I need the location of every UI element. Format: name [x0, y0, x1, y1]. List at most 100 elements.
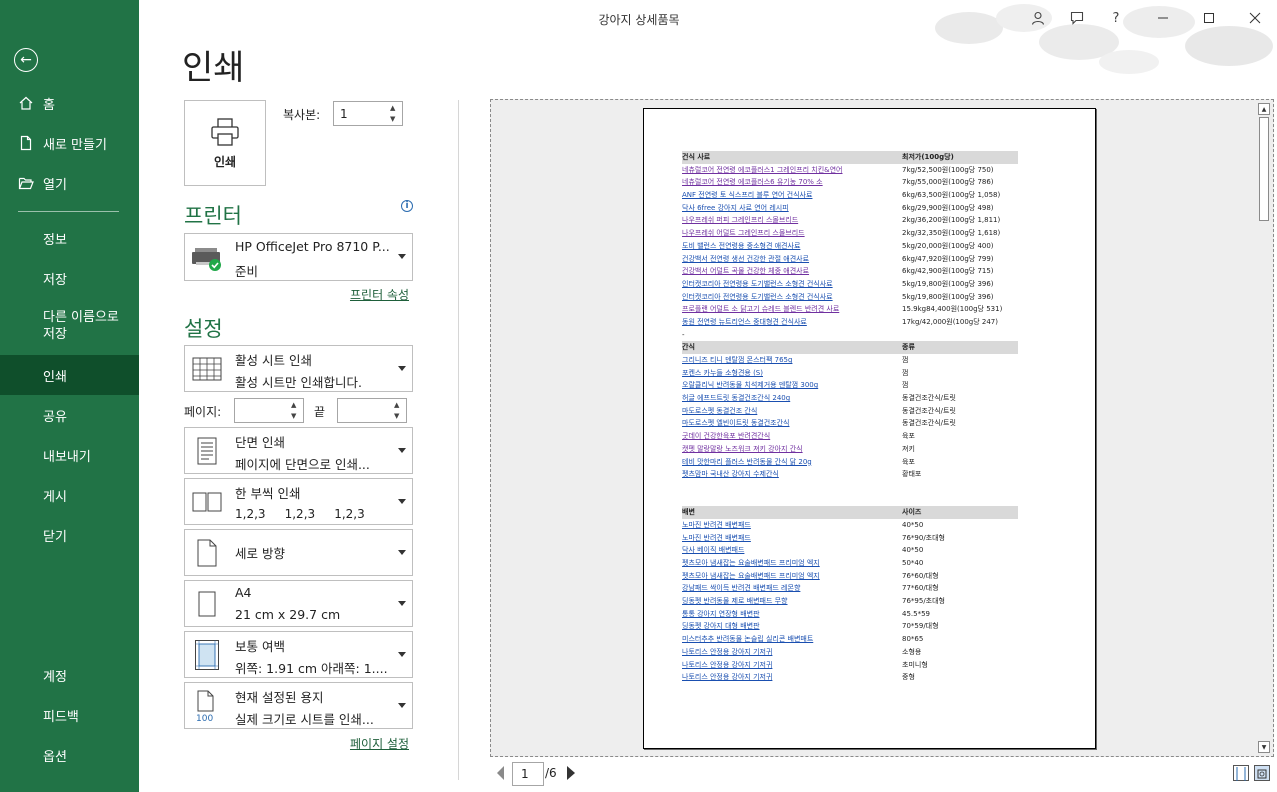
- sidebar-item-save-as[interactable]: 다른 이름으로 저장: [0, 300, 139, 352]
- collation-dropdown[interactable]: 한 부씩 인쇄 1,2,3 1,2,3 1,2,3: [184, 478, 413, 525]
- pages-to-field[interactable]: ▲ ▼: [337, 398, 407, 423]
- table-row: 나우프레쉬 퍼피 그레인프리 스몰브리드 2kg/36,200원(100g당 1,…: [682, 214, 1018, 227]
- product-link[interactable]: 닥사 베이직 배변패드: [682, 544, 902, 557]
- product-link[interactable]: 나토리스 안정용 강아지 기저귀: [682, 659, 902, 672]
- product-link[interactable]: 건강백서 어덜트 곡물 건강한 체중 애견사료: [682, 265, 902, 278]
- setting-line2: 페이지에 단면으로 인쇄...: [235, 457, 370, 472]
- stepper-up-icon[interactable]: ▲: [291, 400, 301, 410]
- product-link[interactable]: 나우프레쉬 퍼피 그레인프리 스몰브리드: [682, 214, 902, 227]
- sidebar-item-share[interactable]: 공유: [0, 395, 139, 435]
- sidebar-item-info[interactable]: 정보: [0, 218, 139, 258]
- value-cell: 5kg/19,800원(100g당 396): [902, 279, 994, 288]
- product-link[interactable]: 굿데이 건강한육포 반려견간식: [682, 430, 902, 443]
- zoom-to-page-icon[interactable]: [1254, 765, 1270, 781]
- product-link[interactable]: 캣펫 말랑말랑 노즈워크 져키 강아지 간식: [682, 443, 902, 456]
- stepper-down-icon[interactable]: ▼: [390, 114, 400, 124]
- stepper-down-icon[interactable]: ▼: [394, 411, 404, 421]
- page-setup-link[interactable]: 페이지 설정: [330, 735, 409, 752]
- feedback-icon[interactable]: [1067, 8, 1087, 28]
- product-link[interactable]: 도비 밸런스 전연령용 중소형견 애견사료: [682, 240, 902, 253]
- sidebar-item-account[interactable]: 계정: [0, 655, 139, 695]
- stepper-down-icon[interactable]: ▼: [291, 411, 301, 421]
- close-icon[interactable]: [1245, 8, 1265, 28]
- print-what-dropdown[interactable]: 활성 시트 인쇄 활성 시트만 인쇄합니다.: [184, 345, 413, 392]
- product-link[interactable]: 펫츠맘마 국내산 강아지 수제간식: [682, 468, 902, 481]
- sidebar-item-home[interactable]: 홈: [0, 83, 139, 123]
- value-cell: 초미니형: [902, 660, 928, 669]
- minimize-icon[interactable]: [1153, 8, 1173, 28]
- next-page-icon[interactable]: [567, 766, 575, 780]
- product-link[interactable]: 미스터추추 반려동물 논슬립 실리콘 배변매트: [682, 633, 902, 646]
- product-link[interactable]: 프로플랜 어덜트 소 닭고기 슈레드 블렌드 반려견 사료: [682, 303, 902, 316]
- sidebar-item-feedback[interactable]: 피드백: [0, 695, 139, 735]
- product-link[interactable]: ANF 전연령 토 식스프리 블루 연어 건식사료: [682, 189, 902, 202]
- back-arrow-icon[interactable]: ←: [14, 48, 38, 72]
- product-link[interactable]: 딩동펫 강아지 대형 배변판: [682, 620, 902, 633]
- printer-properties-link[interactable]: 프린터 속성: [330, 286, 409, 303]
- scroll-up-icon[interactable]: ▲: [1258, 103, 1270, 115]
- product-link[interactable]: 마도로스펫 엘빈이트릿 동결건조간식: [682, 417, 902, 430]
- product-link[interactable]: 닥사 6free 강아지 사료 연어 레시피: [682, 202, 902, 215]
- sidebar-item-publish[interactable]: 게시: [0, 475, 139, 515]
- sidebar-item-options[interactable]: 옵션: [0, 735, 139, 775]
- scroll-thumb[interactable]: [1259, 117, 1269, 221]
- table-row: 굿데이 건강한육포 반려견간식 육포: [682, 430, 1018, 443]
- page-number-input[interactable]: 1: [512, 762, 544, 786]
- product-link[interactable]: 나토리스 안정용 강아지 기저귀: [682, 646, 902, 659]
- product-link[interactable]: 펫츠모아 냄새잡는 요술배변패드 프리미엄 엑지: [682, 570, 902, 583]
- product-link[interactable]: 통통 강아지 연장형 배변판: [682, 608, 902, 621]
- sidebar-divider: [18, 211, 119, 212]
- product-link[interactable]: 노마진 반려견 배변패드: [682, 532, 902, 545]
- show-margins-icon[interactable]: [1233, 765, 1249, 781]
- product-link[interactable]: 동원 전연령 뉴트리언스 중대형견 건식사료: [682, 316, 902, 329]
- sidebar-item-open[interactable]: 열기: [0, 163, 139, 203]
- orientation-dropdown[interactable]: 세로 방향: [184, 529, 413, 576]
- product-link[interactable]: 노마진 반려견 배변패드: [682, 519, 902, 532]
- product-link[interactable]: 마도로스펫 동결건조 간식: [682, 405, 902, 418]
- product-link[interactable]: 허글 에프드트릿 동결건조간식 240g: [682, 392, 902, 405]
- value-cell: 6kg/63,500원(100g당 1,058): [902, 191, 1001, 200]
- product-link[interactable]: 강남패드 싹이득 반려견 배변패드 레몬향: [682, 582, 902, 595]
- product-link[interactable]: 딩동펫 반려동물 제로 배변패드 무향: [682, 595, 902, 608]
- product-link[interactable]: 그리니즈 티니 덴탈껌 몬스터팩 765g: [682, 354, 902, 367]
- help-icon[interactable]: ?: [1106, 8, 1126, 28]
- chevron-down-icon: [398, 549, 406, 555]
- scroll-down-icon[interactable]: ▼: [1258, 741, 1270, 753]
- value-cell: 15.9kg84,400원(100g당 531): [902, 305, 1003, 314]
- product-link[interactable]: 네츄럴코어 전연령 에코플러스1 그레인프리 치킨&연어: [682, 164, 902, 177]
- stepper-arrows[interactable]: ▲ ▼: [291, 400, 301, 421]
- margins-dropdown[interactable]: 보통 여백 위쪽: 1.91 cm 아래쪽: 1....: [184, 631, 413, 678]
- product-link[interactable]: 건강백서 전연령 생선 건강한 관절 애견사료: [682, 253, 902, 266]
- product-link[interactable]: 네츄럴코어 전연령 에코플러스6 유기농 70% 소: [682, 176, 902, 189]
- product-link[interactable]: 테비 맛한마리 플러스 반려동물 간식 닭 20g: [682, 456, 902, 469]
- previous-page-icon[interactable]: [497, 766, 504, 780]
- stepper-arrows[interactable]: ▲ ▼: [390, 103, 400, 124]
- account-icon[interactable]: [1028, 8, 1048, 28]
- maximize-icon[interactable]: [1199, 8, 1219, 28]
- stepper-up-icon[interactable]: ▲: [390, 103, 400, 113]
- sidebar-item-export[interactable]: 내보내기: [0, 435, 139, 475]
- stepper-arrows[interactable]: ▲ ▼: [394, 400, 404, 421]
- product-link[interactable]: 포켄스 카누들 소형견용 (S): [682, 367, 902, 380]
- setting-line1: 단면 인쇄: [235, 435, 285, 450]
- sidebar-item-print[interactable]: 인쇄: [0, 355, 139, 395]
- product-link[interactable]: 인터캣코리아 전연령용 도기밸런스 소형견 건식사료: [682, 278, 902, 291]
- printer-dropdown[interactable]: HP OfficeJet Pro 8710 P... 준비: [184, 233, 413, 281]
- print-button[interactable]: 인쇄: [184, 100, 266, 186]
- paper-size-dropdown[interactable]: A4 21 cm x 29.7 cm: [184, 580, 413, 627]
- preview-scrollbar[interactable]: ▲ ▼: [1258, 103, 1270, 753]
- sidebar-item-close[interactable]: 닫기: [0, 515, 139, 555]
- sidebar-item-save[interactable]: 저장: [0, 258, 139, 298]
- sides-dropdown[interactable]: 단면 인쇄 페이지에 단면으로 인쇄...: [184, 427, 413, 474]
- product-link[interactable]: 오랄클리닉 반려동물 치석제거용 덴탈껌 300g: [682, 379, 902, 392]
- product-link[interactable]: 나토리스 안정용 강아지 기저귀: [682, 671, 902, 684]
- pages-from-field[interactable]: ▲ ▼: [234, 398, 304, 423]
- product-link[interactable]: 인터캣코리아 전연령용 도기밸런스 소형견 건식사료: [682, 291, 902, 304]
- info-icon[interactable]: i: [401, 200, 413, 212]
- sidebar-item-new[interactable]: 새로 만들기: [0, 123, 139, 163]
- product-link[interactable]: 나우프레쉬 어덜트 그레인프리 스몰브리드: [682, 227, 902, 240]
- copies-stepper[interactable]: 1 ▲ ▼: [333, 101, 403, 126]
- product-link[interactable]: 펫츠모아 냄새잡는 요술배변패드 프리미엄 엑지: [682, 557, 902, 570]
- stepper-up-icon[interactable]: ▲: [394, 400, 404, 410]
- scaling-dropdown[interactable]: 100 현재 설정된 용지 실제 크기로 시트를 인쇄...: [184, 682, 413, 729]
